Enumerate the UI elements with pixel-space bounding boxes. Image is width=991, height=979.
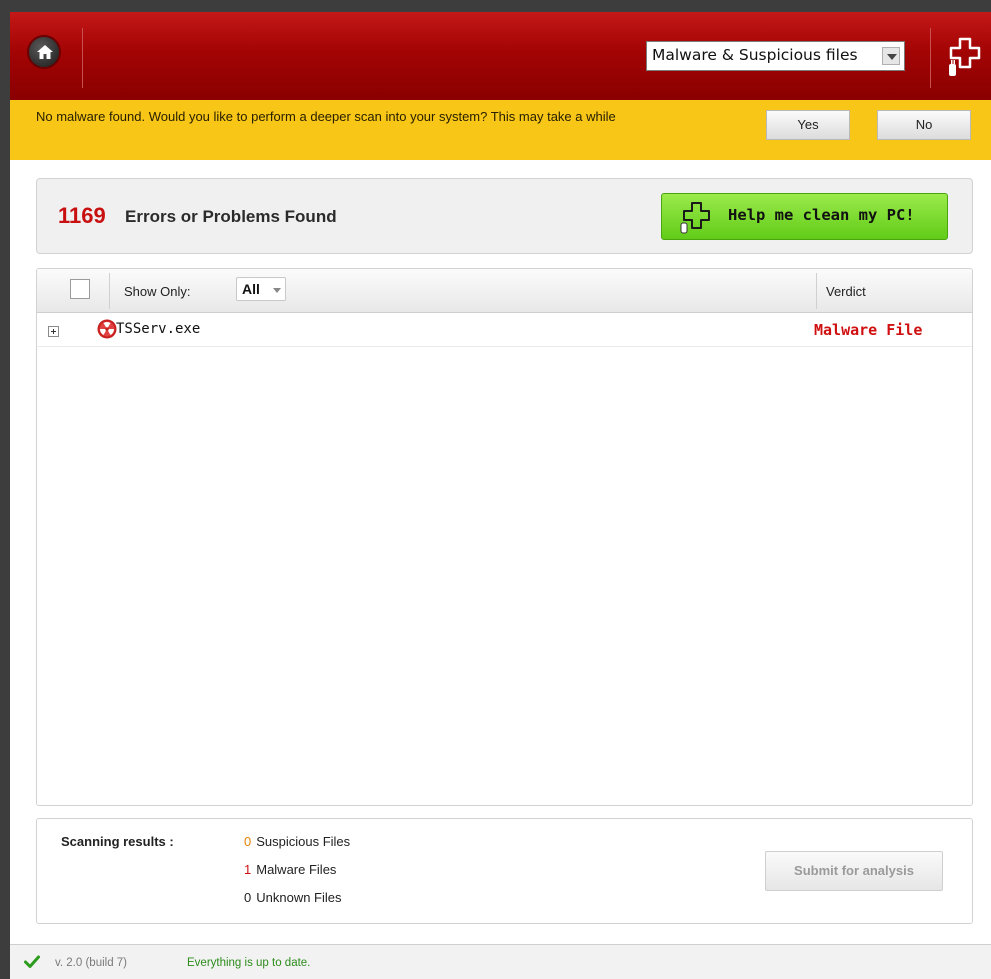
home-button[interactable] bbox=[27, 35, 61, 69]
scan-type-dropdown[interactable]: Malware & Suspicious files bbox=[646, 41, 905, 71]
results-table: Show Only: All Verdict TSServ.exe Malwar… bbox=[36, 268, 973, 806]
column-separator bbox=[816, 273, 817, 309]
malware-count: 1 bbox=[244, 862, 252, 877]
checkmark-icon bbox=[24, 955, 40, 968]
chevron-down-icon bbox=[273, 288, 281, 293]
column-separator bbox=[109, 273, 110, 309]
malware-hazard-icon bbox=[97, 319, 117, 339]
help-clean-pc-button[interactable]: Help me clean my PC! bbox=[661, 193, 948, 240]
unknown-count: 0 bbox=[244, 890, 252, 905]
header-divider bbox=[930, 28, 931, 88]
yes-button[interactable]: Yes bbox=[766, 110, 850, 140]
header-divider bbox=[82, 28, 83, 88]
verdict-label: Malware File bbox=[814, 321, 923, 339]
problems-summary: 1169 Errors or Problems Found Help me cl… bbox=[36, 178, 973, 254]
update-status-text: Everything is up to date. bbox=[187, 957, 311, 969]
version-text: v. 2.0 (build 7) bbox=[55, 957, 128, 969]
notice-message: No malware found. Would you like to perf… bbox=[36, 109, 616, 124]
table-header: Show Only: All Verdict bbox=[37, 269, 972, 313]
suspicious-label: Suspicious Files bbox=[256, 834, 351, 849]
malware-files-line: 1 Malware Files bbox=[244, 862, 336, 877]
cross-plug-logo-icon bbox=[949, 37, 981, 76]
app-window: Malware & Suspicious files No malware fo… bbox=[0, 0, 991, 979]
file-name: TSServ.exe bbox=[116, 321, 201, 337]
problem-label: Errors or Problems Found bbox=[125, 207, 337, 226]
scanning-results-panel: Scanning results : 0 Suspicious Files 1 Ma… bbox=[36, 818, 973, 924]
chevron-down-icon bbox=[882, 47, 900, 65]
suspicious-count: 0 bbox=[244, 834, 252, 849]
no-button[interactable]: No bbox=[877, 110, 971, 140]
suspicious-files-line: 0 Suspicious Files bbox=[244, 834, 350, 849]
scanning-results-label: Scanning results : bbox=[61, 834, 174, 849]
window-frame-top bbox=[0, 0, 991, 12]
verdict-column-header: Verdict bbox=[826, 284, 866, 299]
unknown-label: Unknown Files bbox=[256, 890, 342, 905]
scan-type-value: Malware & Suspicious files bbox=[652, 46, 858, 64]
show-only-label: Show Only: bbox=[124, 284, 191, 299]
submit-for-analysis-button[interactable]: Submit for analysis bbox=[765, 851, 943, 891]
filter-value: All bbox=[242, 281, 260, 297]
expand-icon[interactable] bbox=[48, 326, 59, 337]
deep-scan-notice: No malware found. Would you like to perf… bbox=[10, 100, 991, 160]
unknown-files-line: 0 Unknown Files bbox=[244, 890, 342, 905]
malware-label: Malware Files bbox=[256, 862, 337, 877]
help-clean-pc-label: Help me clean my PC! bbox=[728, 206, 915, 224]
select-all-checkbox[interactable] bbox=[70, 279, 90, 299]
filter-dropdown[interactable]: All bbox=[236, 277, 286, 301]
status-bar: v. 2.0 (build 7) Everything is up to dat… bbox=[10, 944, 991, 979]
header-bar: Malware & Suspicious files bbox=[10, 12, 991, 100]
cross-plug-icon bbox=[680, 202, 710, 234]
table-row[interactable]: TSServ.exe Malware File bbox=[37, 314, 972, 347]
problem-count: 1169 bbox=[58, 203, 106, 228]
home-icon bbox=[37, 45, 53, 59]
window-frame-left bbox=[0, 0, 10, 979]
